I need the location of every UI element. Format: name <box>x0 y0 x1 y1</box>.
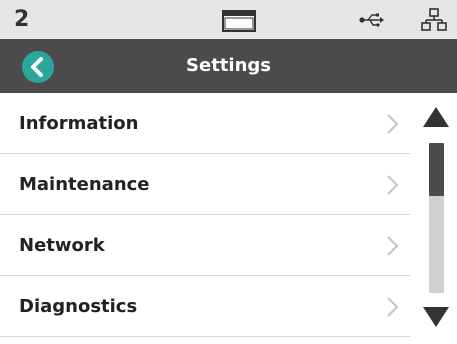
menu-item-label: Network <box>19 235 105 256</box>
chevron-left-icon <box>31 57 43 77</box>
back-button[interactable] <box>22 51 54 83</box>
triangle-up-icon <box>423 107 449 127</box>
settings-menu-list: Information Maintenance Network Diagnost… <box>0 93 410 344</box>
scrollbar[interactable] <box>410 93 457 344</box>
triangle-down-icon <box>423 307 449 327</box>
menu-item-maintenance[interactable]: Maintenance <box>0 154 410 215</box>
chevron-right-icon <box>387 236 399 256</box>
menu-item-information[interactable]: Information <box>0 93 410 154</box>
title-bar: Settings <box>0 39 457 93</box>
menu-item-label: Information <box>19 113 139 134</box>
scroll-thumb[interactable] <box>429 143 444 196</box>
display-icon <box>222 10 256 36</box>
chevron-right-icon <box>387 297 399 317</box>
menu-item-network[interactable]: Network <box>0 215 410 276</box>
status-bar: 2 <box>0 0 457 39</box>
usb-icon <box>358 12 384 32</box>
menu-item-label: Diagnostics <box>19 296 138 317</box>
chevron-right-icon <box>387 114 399 134</box>
scroll-down-button[interactable] <box>421 305 451 333</box>
page-title: Settings <box>186 55 271 76</box>
scroll-up-button[interactable] <box>421 105 451 133</box>
menu-item-label: Maintenance <box>19 174 150 195</box>
station-number: 2 <box>14 7 30 32</box>
network-icon <box>421 8 447 36</box>
chevron-right-icon <box>387 175 399 195</box>
menu-item-diagnostics[interactable]: Diagnostics <box>0 276 410 337</box>
scroll-track[interactable] <box>429 143 444 293</box>
